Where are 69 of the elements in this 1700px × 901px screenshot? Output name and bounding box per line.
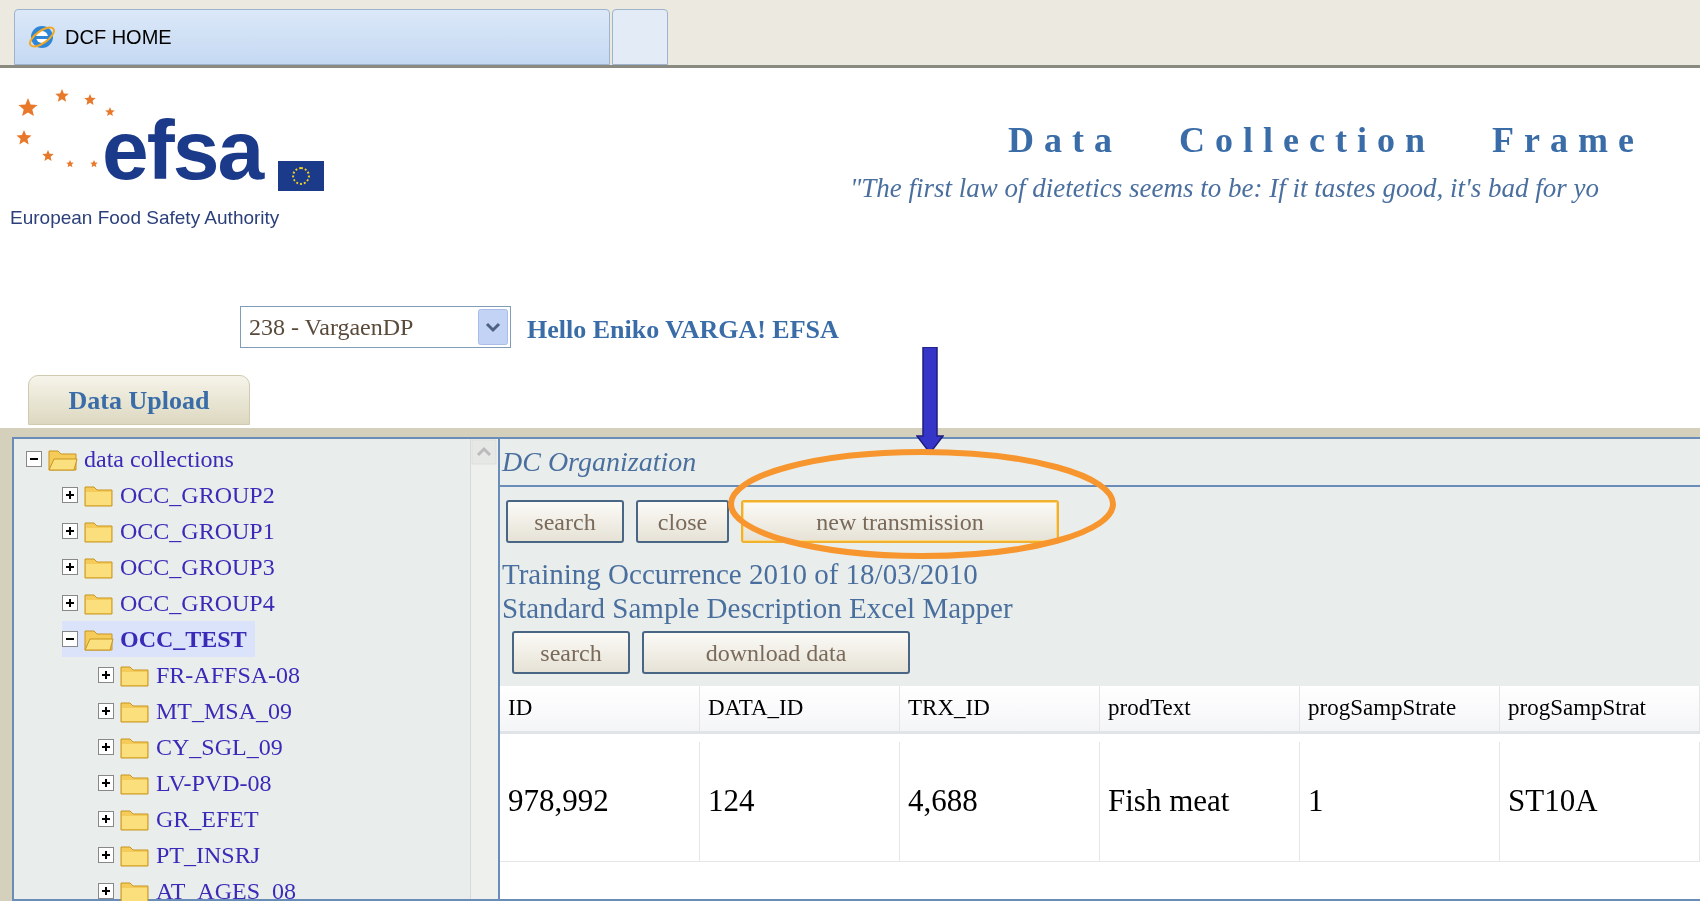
tree-item[interactable]: AT_AGES_08 (98, 873, 304, 901)
folder-icon (120, 879, 150, 901)
expand-icon[interactable] (62, 559, 78, 575)
column-header[interactable]: TRX_ID (900, 686, 1100, 731)
folder-icon (120, 771, 150, 795)
folder-icon (120, 663, 150, 687)
tree-item[interactable]: FR-AFFSA-08 (98, 657, 309, 693)
folder-icon (120, 843, 150, 867)
tree-item[interactable]: OCC_GROUP3 (62, 549, 283, 585)
folder-icon (84, 555, 114, 579)
browser-tab[interactable]: DCF HOME (14, 9, 610, 65)
logo-wordmark: efsa (102, 108, 263, 192)
expand-icon[interactable] (98, 775, 114, 791)
tree-item[interactable]: OCC_GROUP1 (62, 513, 283, 549)
panel-title: DC Organization (502, 445, 697, 479)
column-header[interactable]: progSampStrate (1300, 686, 1500, 731)
expand-icon[interactable] (62, 523, 78, 539)
quote-text: "The first law of dietetics seems to be: If it tastes good, it's bad for yo (850, 172, 1600, 205)
main-tab[interactable]: Data Upload (28, 375, 250, 425)
column-header[interactable]: ID (500, 686, 700, 731)
logo-subtitle: European Food Safety Authority (10, 206, 280, 230)
action-button[interactable]: search (506, 500, 624, 543)
table-cell: 1 (1300, 742, 1500, 861)
expand-icon[interactable] (98, 883, 114, 899)
folder-icon (120, 699, 150, 723)
collapse-icon[interactable] (62, 631, 78, 647)
expand-icon[interactable] (98, 703, 114, 719)
table-cell: 978,992 (500, 742, 700, 861)
greeting-text: Hello Eniko VARGA! EFSA (527, 314, 839, 346)
account-select[interactable]: 238 - VargaenDP (240, 306, 511, 348)
folder-icon (120, 735, 150, 759)
column-header[interactable]: progSampStrat (1500, 686, 1700, 731)
open-folder-icon (48, 447, 78, 471)
table-cell: Fish meat (1100, 742, 1300, 861)
column-header[interactable]: prodText (1100, 686, 1300, 731)
tree-item[interactable]: GR_EFET (98, 801, 267, 837)
action-button[interactable]: new transmission (741, 500, 1059, 543)
tree-item[interactable]: OCC_GROUP4 (62, 585, 283, 621)
action-button[interactable]: download data (642, 631, 910, 674)
expand-icon[interactable] (98, 847, 114, 863)
column-header[interactable]: DATA_ID (700, 686, 900, 731)
folder-icon (120, 807, 150, 831)
tree-item[interactable]: OCC_GROUP2 (62, 477, 283, 513)
dropdown-icon[interactable] (478, 309, 508, 345)
tree-item[interactable]: MT_MSA_09 (98, 693, 301, 729)
expand-icon[interactable] (62, 487, 78, 503)
table-cell: 4,688 (900, 742, 1100, 861)
tree-item[interactable]: PT_INSRJ (98, 837, 269, 873)
tree-item[interactable]: data collections (26, 441, 242, 477)
collapse-icon[interactable] (26, 451, 42, 467)
expand-icon[interactable] (98, 667, 114, 683)
folder-icon (84, 591, 114, 615)
action-button[interactable]: search (512, 631, 630, 674)
info-text: Training Occurrence 2010 of 18/03/2010 (502, 557, 979, 591)
expand-icon[interactable] (98, 739, 114, 755)
table-cell: ST10A (1500, 742, 1700, 861)
page-title: Data Collection Frame (1008, 119, 1644, 162)
eu-flag-icon (278, 161, 324, 191)
action-button[interactable]: close (636, 500, 729, 543)
tree-item[interactable]: CY_SGL_09 (98, 729, 291, 765)
folder-icon (84, 483, 114, 507)
tree-item[interactable]: OCC_TEST (62, 621, 255, 657)
table-cell: 124 (700, 742, 900, 861)
folder-icon (84, 519, 114, 543)
tree-item[interactable]: LV-PVD-08 (98, 765, 280, 801)
expand-icon[interactable] (62, 595, 78, 611)
expand-icon[interactable] (98, 811, 114, 827)
info-text: Standard Sample Description Excel Mapper (502, 591, 1014, 625)
open-folder-icon (84, 627, 114, 651)
